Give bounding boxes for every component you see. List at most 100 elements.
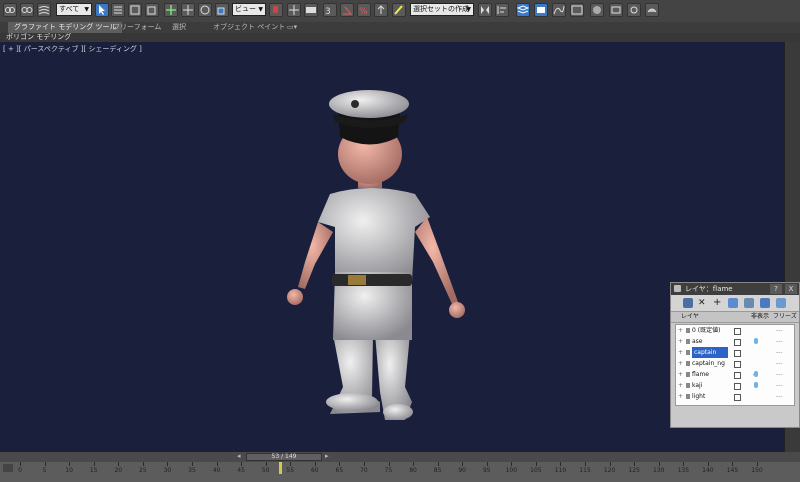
create-layer-icon[interactable] [683, 298, 693, 308]
layer-name[interactable]: 0 (既定値) [692, 325, 720, 336]
close-button[interactable]: X [785, 284, 797, 294]
select-manipulate-icon[interactable] [287, 3, 301, 17]
scale-icon[interactable] [215, 3, 229, 17]
expand-icon[interactable]: + [678, 380, 683, 391]
select-object-icon[interactable] [95, 3, 109, 17]
track-bar[interactable]: 0 5 10 15 20 25 30 35 40 45 50 55 60 65 70 75 80 85 90 95 10… [0, 462, 800, 482]
layer-name[interactable]: light [692, 391, 705, 402]
light-bulb-icon[interactable] [754, 382, 758, 388]
bind-spacewarp-icon[interactable] [37, 3, 51, 17]
freeze-indicator[interactable]: --- [776, 336, 783, 347]
edit-named-selection-icon[interactable] [392, 3, 406, 17]
selection-filter-dropdown[interactable]: すべて ▼ [56, 3, 92, 16]
layer-name[interactable]: flame [692, 369, 709, 380]
layer-manager-icon[interactable] [516, 3, 530, 17]
layer-name[interactable]: captain [692, 347, 729, 358]
select-move-icon[interactable] [164, 3, 178, 17]
light-bulb-icon[interactable] [754, 338, 758, 344]
expand-icon[interactable]: + [678, 369, 683, 380]
curve-editor-icon[interactable] [552, 3, 566, 17]
tab-selection[interactable]: 選択 [172, 22, 186, 33]
frame-tick-label: 105 [530, 467, 542, 474]
spinner-snap-icon[interactable] [374, 3, 388, 17]
link-icon[interactable] [3, 3, 17, 17]
rendered-frame-window-icon[interactable] [627, 3, 641, 17]
reference-coordinate-dropdown[interactable]: ビュー ▼ [232, 3, 266, 16]
hide-checkbox[interactable] [734, 339, 741, 346]
hide-checkbox[interactable] [734, 383, 741, 390]
expand-icon[interactable]: + [678, 347, 683, 358]
add-to-layer-icon[interactable]: + [713, 298, 723, 308]
freeze-indicator[interactable]: --- [776, 325, 783, 336]
highlight-layer-icon[interactable] [744, 298, 754, 308]
polygon-modeling-label[interactable]: ポリゴン モデリング [6, 33, 71, 42]
ribbon-options-icon[interactable]: ▭▾ [287, 22, 297, 33]
named-selection-sets-dropdown[interactable]: 選択セットの作成 ▼ [410, 3, 474, 16]
layer-name[interactable]: kaji [692, 380, 702, 391]
tab-graphite-modeling-tools[interactable]: グラファイト モデリング ツール [8, 22, 123, 33]
rotate-icon[interactable] [198, 3, 212, 17]
frame-tick-label: 0 [18, 467, 22, 474]
expand-icon[interactable]: + [678, 325, 683, 336]
freeze-indicator[interactable]: --- [776, 347, 783, 358]
graphite-modeling-toggle-icon[interactable] [534, 3, 548, 17]
percent-snap-icon[interactable]: % [357, 3, 371, 17]
layer-row[interactable]: + kaji --- [676, 380, 792, 391]
time-slider[interactable]: 53 / 149 [246, 453, 322, 461]
layer-row[interactable]: +0 (既定値) --- [676, 325, 792, 336]
layer-name[interactable]: captain_ng [692, 358, 725, 369]
render-production-icon[interactable] [645, 3, 659, 17]
rect-selection-icon[interactable] [128, 3, 142, 17]
character-model [287, 90, 465, 420]
light-bulb-icon[interactable] [754, 371, 758, 377]
column-layer[interactable]: レイヤ [681, 312, 699, 322]
hide-checkbox[interactable] [734, 361, 741, 368]
layer-name[interactable]: ase [692, 336, 703, 347]
material-editor-icon[interactable] [590, 3, 604, 17]
delete-layer-icon[interactable]: ✕ [698, 298, 708, 308]
pivot-center-icon[interactable] [269, 3, 283, 17]
column-hide[interactable]: 非表示 [751, 312, 769, 322]
frame-tick [707, 462, 709, 466]
snaps-toggle-icon[interactable]: 3 [323, 3, 337, 17]
freeze-indicator[interactable]: --- [776, 369, 783, 380]
select-by-name-icon[interactable] [111, 3, 125, 17]
hide-checkbox[interactable] [734, 328, 741, 335]
time-forward-icon[interactable]: ▸ [325, 452, 329, 460]
align-icon[interactable] [495, 3, 509, 17]
help-button[interactable]: ? [770, 284, 782, 294]
time-back-icon[interactable]: ◂ [237, 452, 241, 460]
track-bar-menu-icon[interactable] [3, 464, 13, 472]
window-crossing-icon[interactable] [145, 3, 159, 17]
hide-checkbox[interactable] [734, 394, 741, 401]
perspective-viewport[interactable]: [ + ][ パースペクティブ ][ シェーディング ] [0, 42, 784, 452]
freeze-indicator[interactable]: --- [776, 358, 783, 369]
move-icon[interactable] [181, 3, 195, 17]
column-freeze[interactable]: フリーズ [773, 312, 797, 322]
layer-row[interactable]: + captain --- [676, 347, 792, 358]
expand-icon[interactable]: + [678, 391, 683, 402]
unlink-icon[interactable] [20, 3, 34, 17]
render-setup-icon[interactable] [609, 3, 623, 17]
current-frame-marker[interactable] [279, 462, 283, 474]
freeze-indicator[interactable]: --- [776, 380, 783, 391]
layer-row[interactable]: + light --- [676, 391, 792, 402]
hide-all-layers-icon[interactable] [760, 298, 770, 308]
schematic-view-icon[interactable] [570, 3, 584, 17]
keyboard-shortcut-icon[interactable] [304, 3, 318, 17]
select-in-layer-icon[interactable] [728, 298, 738, 308]
hide-checkbox[interactable] [734, 350, 741, 357]
tab-freeform[interactable]: フリーフォーム [113, 22, 161, 33]
expand-icon[interactable]: + [678, 358, 683, 369]
layer-row[interactable]: + captain_ng --- [676, 358, 792, 369]
angle-snap-icon[interactable] [340, 3, 354, 17]
mirror-icon[interactable] [478, 3, 492, 17]
tab-object-paint[interactable]: オブジェクト ペイント [213, 22, 285, 33]
layer-row[interactable]: +flame✓--- [676, 369, 792, 380]
layer-dialog-titlebar[interactable]: レイヤ：flame ? X [671, 283, 799, 295]
hide-checkbox[interactable] [734, 372, 741, 379]
freeze-all-layers-icon[interactable] [776, 298, 786, 308]
freeze-indicator[interactable]: --- [776, 391, 783, 402]
expand-icon[interactable]: + [678, 336, 683, 347]
layer-row[interactable]: + ase --- [676, 336, 792, 347]
